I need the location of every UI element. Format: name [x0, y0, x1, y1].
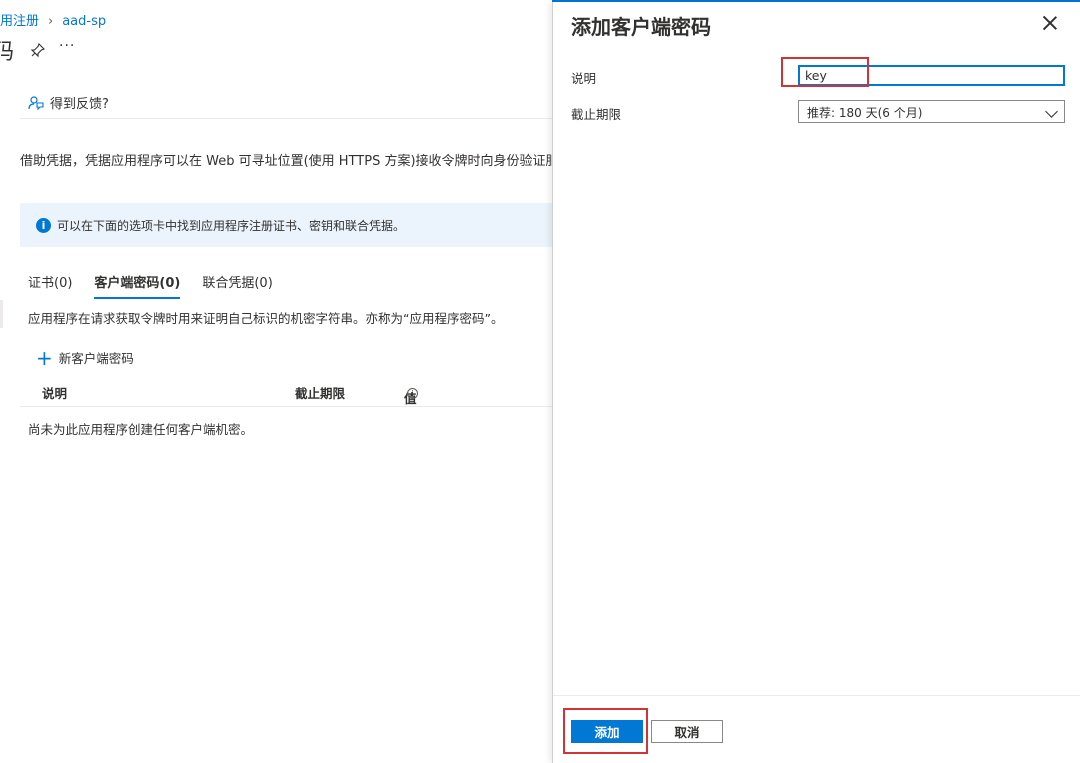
new-client-secret-button[interactable]: + 新客户端密码	[36, 345, 134, 370]
new-client-secret-label: 新客户端密码	[58, 351, 134, 366]
client-secret-description: 应用程序在请求获取令牌时用来证明自己标识的机密字符串。亦称为“应用程序密码”。	[28, 311, 504, 326]
breadcrumb-item-app-registrations[interactable]: 用注册	[0, 14, 39, 29]
info-bar-text: 可以在下面的选项卡中找到应用程序注册证书、密钥和联合凭据。	[57, 218, 406, 233]
pin-icon[interactable]	[30, 42, 46, 58]
sidebar-edge	[0, 300, 3, 328]
chevron-down-icon	[1045, 105, 1058, 118]
feedback-link[interactable]: 得到反馈?	[28, 93, 109, 112]
credentials-description: 借助凭据，凭据应用程序可以在 Web 可寻址位置(使用 HTTPS 方案)接收令…	[20, 154, 552, 169]
info-bar: i 可以在下面的选项卡中找到应用程序注册证书、密钥和联合凭据。	[20, 203, 552, 247]
info-icon: i	[36, 217, 51, 233]
expires-dropdown[interactable]: 推荐: 180 天(6 个月)	[798, 100, 1065, 123]
add-button[interactable]: 添加	[571, 720, 643, 743]
page-title: 码	[0, 40, 15, 65]
add-client-secret-panel: 添加客户端密码 说明 截止期限 推荐: 180 天(6 个月) 添加 取消	[552, 2, 1080, 763]
cancel-button[interactable]: 取消	[651, 720, 723, 743]
tab-certificates[interactable]: 证书(0)	[28, 272, 72, 299]
expires-label: 截止期限	[571, 107, 622, 122]
breadcrumb-item-app[interactable]: aad-sp	[62, 14, 106, 29]
breadcrumb: 用注册 › aad-sp	[0, 10, 106, 29]
feedback-label: 得到反馈?	[50, 97, 109, 112]
column-description: 说明	[42, 386, 68, 401]
page-title-row: 码 ···	[0, 36, 74, 65]
panel-title: 添加客户端密码	[571, 15, 711, 39]
description-label: 说明	[571, 71, 597, 86]
plus-icon: +	[36, 345, 53, 370]
description-input[interactable]	[798, 65, 1065, 86]
tab-federated-credentials[interactable]: 联合凭据(0)	[202, 272, 272, 299]
expires-selected-value: 推荐: 180 天(6 个月)	[807, 106, 923, 120]
column-expires: 截止期限	[295, 386, 346, 401]
tab-client-secrets[interactable]: 客户端密码(0)	[94, 272, 181, 299]
panel-footer: 添加 取消	[553, 695, 1080, 763]
more-options-icon[interactable]: ···	[59, 38, 75, 54]
close-icon[interactable]	[1043, 16, 1057, 30]
breadcrumb-separator-icon: ›	[48, 14, 54, 29]
feedback-icon	[28, 95, 44, 110]
secrets-table-header: 说明 截止期限 值i	[20, 378, 552, 407]
divider	[20, 118, 552, 119]
app-registration-page: 用注册 › aad-sp 码 ··· 得到反馈? 借助凭据，凭据应用程序可以在 We…	[0, 0, 552, 763]
empty-table-message: 尚未为此应用程序创建任何客户端机密。	[28, 422, 254, 437]
info-outline-icon[interactable]: i	[407, 388, 418, 399]
credential-tabs: 证书(0) 客户端密码(0) 联合凭据(0)	[28, 272, 295, 299]
